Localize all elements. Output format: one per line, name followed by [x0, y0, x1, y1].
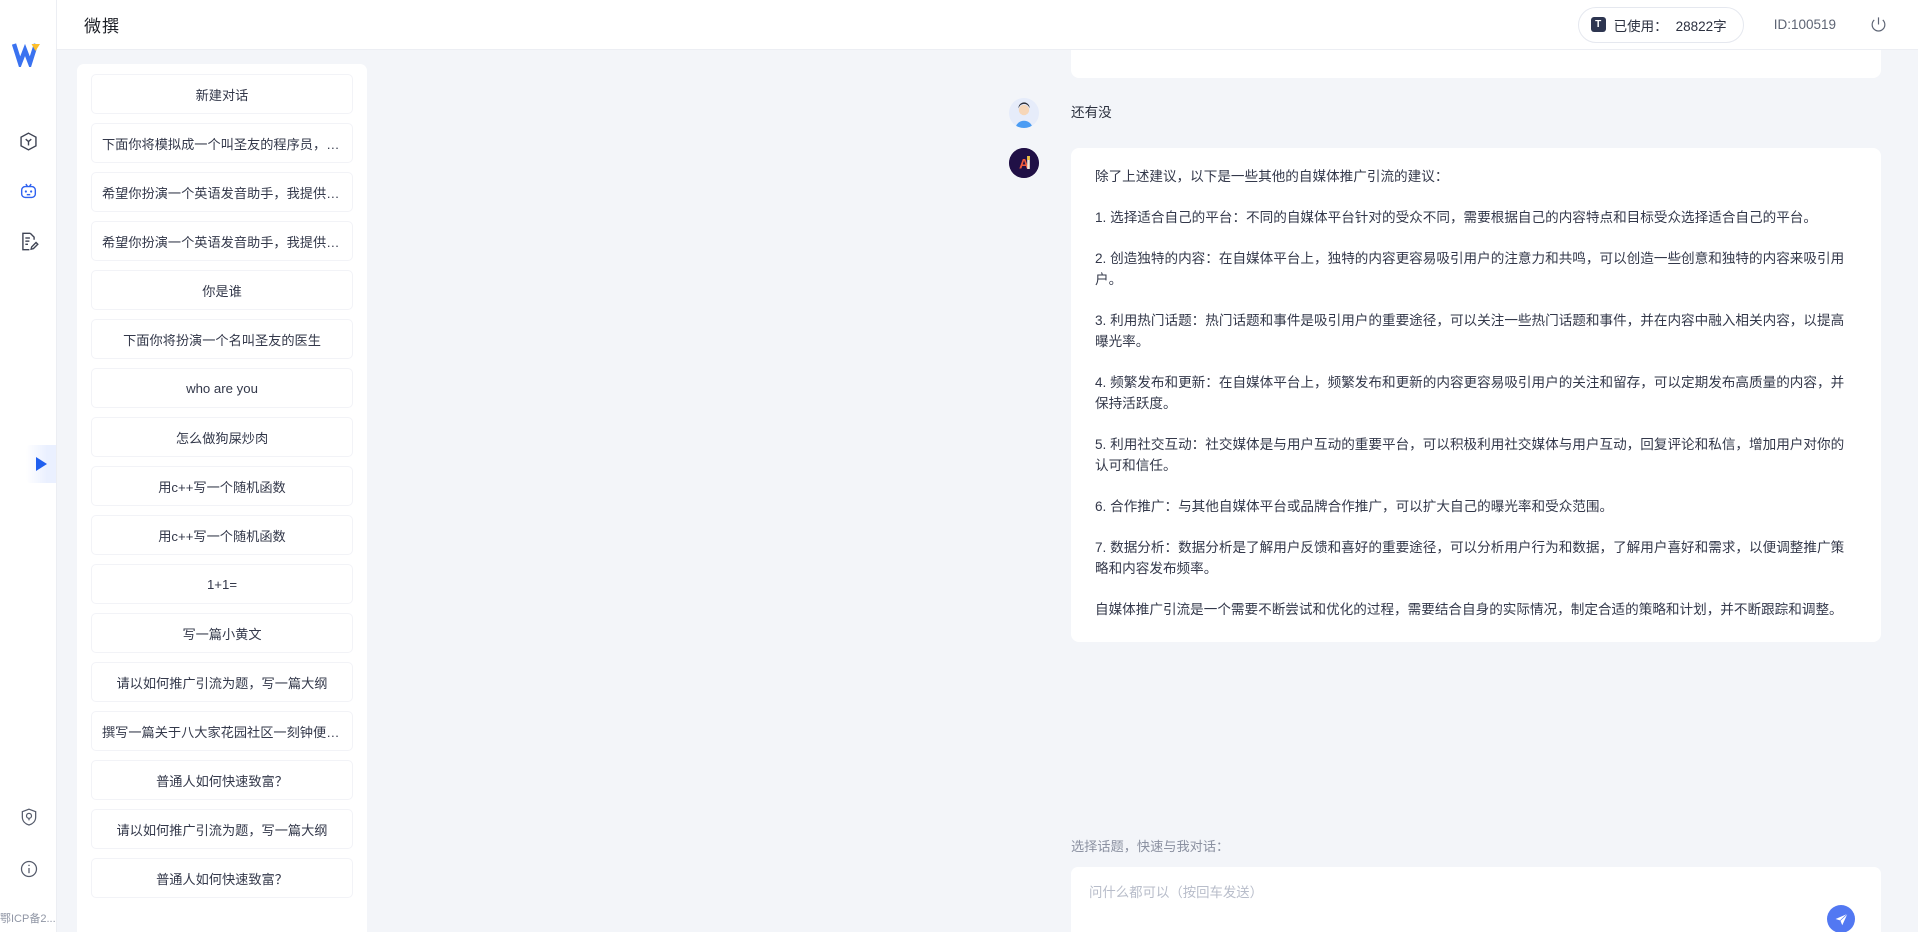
avatar: [1009, 98, 1039, 128]
previous-message-partial: 自媒体推广引流需要耐心，建议持之以恒的同时进行尝试和调整，内容也需要不断创新和优…: [1071, 50, 1881, 78]
ai-message-row: A 除了上述建议，以下是一些其他的自媒体推广引流的建议： 1. 选择适合自己的平…: [1009, 148, 1881, 642]
ai-paragraph: 3. 利用热门话题：热门话题和事件是吸引用户的重要途径，可以关注一些热门话题和事…: [1095, 313, 1845, 349]
ai-paragraph: 除了上述建议，以下是一些其他的自媒体推广引流的建议：: [1095, 169, 1449, 184]
list-item-label: 下面你将扮演一个名叫圣友的医生: [123, 332, 321, 348]
avatar: A: [1009, 148, 1039, 178]
message-input[interactable]: [1089, 881, 1811, 932]
security-button[interactable]: [14, 802, 44, 832]
list-item[interactable]: 请以如何推广引流为题，写一篇大纲: [91, 809, 353, 849]
rail-icon-group: [13, 126, 43, 256]
send-button[interactable]: [1827, 905, 1855, 932]
user-id-label: ID:100519: [1773, 17, 1836, 32]
usage-badge[interactable]: T 已使用： 28822字: [1577, 6, 1744, 43]
list-item-label: 用c++写一个随机函数: [158, 479, 286, 495]
list-item-label: 希望你扮演一个英语发音助手，我提供给你...: [102, 234, 342, 250]
expand-sidebar-button[interactable]: [26, 445, 56, 483]
list-item-label: 你是谁: [202, 283, 242, 299]
list-item-label: 撰写一篇关于八大家花园社区一刻钟便民生...: [102, 724, 342, 740]
sidebar-item-cube[interactable]: [13, 126, 43, 156]
new-chat-label: 新建对话: [195, 87, 249, 103]
ai-paragraph: 7. 数据分析：数据分析是了解用户反馈和喜好的重要途径，可以分析用户行为和数据，…: [1095, 540, 1845, 576]
list-item-label: 下面你将模拟成一个叫圣友的程序员，我说...: [102, 136, 342, 152]
ai-paragraph: 4. 频繁发布和更新：在自媒体平台上，频繁发布和更新的内容更容易吸引用户的关注和…: [1095, 375, 1845, 411]
ai-paragraph: 自媒体推广引流是一个需要不断尝试和优化的过程，需要结合自身的实际情况，制定合适的…: [1095, 602, 1843, 617]
robot-icon: [20, 183, 36, 198]
chat-messages: 自媒体推广引流需要耐心，建议持之以恒的同时进行尝试和调整，内容也需要不断创新和优…: [1009, 50, 1881, 642]
sidebar-item-robot[interactable]: [13, 176, 43, 206]
list-item[interactable]: 撰写一篇关于八大家花园社区一刻钟便民生...: [91, 711, 353, 751]
list-item[interactable]: 用c++写一个随机函数: [91, 515, 353, 555]
text-count-icon: T: [1590, 17, 1606, 32]
list-item-label: 写一篇小黄文: [182, 626, 262, 642]
ai-paragraph: 1. 选择适合自己的平台：不同的自媒体平台针对的受众不同，需要根据自己的内容特点…: [1095, 210, 1817, 225]
chat-scroll-area[interactable]: 自媒体推广引流需要耐心，建议持之以恒的同时进行尝试和调整，内容也需要不断创新和优…: [381, 50, 1918, 764]
new-chat-button[interactable]: 新建对话: [91, 74, 353, 114]
app-logo: [11, 40, 45, 68]
composer: 选择话题，快速与我对话：: [1071, 836, 1881, 932]
ai-paragraph: 6. 合作推广：与其他自媒体平台或品牌合作推广，可以扩大自己的曝光率和受众范围。: [1095, 499, 1614, 514]
conversation-sidebar: 新建对话 下面你将模拟成一个叫圣友的程序员，我说... 希望你扮演一个英语发音助…: [57, 50, 381, 932]
page-body: 新建对话 下面你将模拟成一个叫圣友的程序员，我说... 希望你扮演一个英语发音助…: [57, 50, 1918, 932]
list-item[interactable]: 1+1=: [91, 564, 353, 604]
info-button[interactable]: [14, 854, 44, 884]
icp-record-text: 鄂ICP备2...: [0, 913, 56, 925]
logout-button[interactable]: [1866, 13, 1890, 37]
icon-rail: 鄂ICP备2...: [0, 0, 57, 932]
list-item[interactable]: 普通人如何快速致富？: [91, 760, 353, 800]
list-item[interactable]: who are you: [91, 368, 353, 408]
list-item-label: 怎么做狗屎炒肉: [175, 430, 269, 446]
list-item[interactable]: 下面你将模拟成一个叫圣友的程序员，我说...: [91, 123, 353, 163]
power-icon: [1871, 17, 1885, 32]
play-expand-icon: [35, 457, 47, 471]
list-item-label: 普通人如何快速致富？: [156, 871, 288, 887]
page-title: 微撰: [84, 17, 120, 36]
usage-label: 已使用：: [1613, 18, 1668, 34]
list-item[interactable]: 希望你扮演一个英语发音助手，我提供给你...: [91, 221, 353, 261]
ai-paragraph: 5. 利用社交互动：社交媒体是与用户互动的重要平台，可以积极利用社交媒体与用户互…: [1095, 437, 1845, 473]
list-item-label: who are you: [186, 380, 258, 396]
send-plane-icon: [1835, 913, 1848, 925]
list-item-label: 用c++写一个随机函数: [158, 528, 286, 544]
top-header: 微撰 T 已使用： 28822字 ID:100519: [57, 0, 1918, 50]
ai-avatar-icon: A: [1009, 148, 1039, 178]
list-item[interactable]: 你是谁: [91, 270, 353, 310]
list-item-label: 普通人如何快速致富？: [156, 773, 288, 789]
shield-icon: [21, 808, 36, 826]
cube-icon: [19, 131, 37, 151]
ai-paragraph: 2. 创造独特的内容：在自媒体平台上，独特的内容更容易吸引用户的注意力和共鸣，可…: [1095, 251, 1845, 287]
list-item[interactable]: 普通人如何快速致富？: [91, 858, 353, 898]
user-message-row: 还有没: [1009, 98, 1881, 128]
usage-value: 28822字: [1675, 18, 1727, 34]
list-item[interactable]: 怎么做狗屎炒肉: [91, 417, 353, 457]
list-item-label: 1+1=: [206, 576, 238, 592]
list-item[interactable]: 写一篇小黄文: [91, 613, 353, 653]
user-message-text: 还有没: [1071, 105, 1112, 120]
previous-message-text: 自媒体推广引流需要耐心，建议持之以恒的同时进行尝试和调整，内容也需要不断创新和优…: [1093, 50, 1859, 56]
composer-hint-label: 选择话题，快速与我对话：: [1071, 839, 1230, 854]
app-root: 鄂ICP备2... 微撰 T 已使用： 28822字 ID:100519 新建对…: [0, 0, 1918, 932]
list-item[interactable]: 下面你将扮演一个名叫圣友的医生: [91, 319, 353, 359]
list-item-label: 请以如何推广引流为题，写一篇大纲: [116, 675, 328, 691]
list-item[interactable]: 用c++写一个随机函数: [91, 466, 353, 506]
sidebar-item-document-edit[interactable]: [13, 226, 43, 256]
chat-column: 自媒体推广引流需要耐心，建议持之以恒的同时进行尝试和调整，内容也需要不断创新和优…: [381, 50, 1918, 932]
document-edit-icon: [21, 232, 39, 250]
info-icon: [20, 860, 37, 878]
list-item-label: 希望你扮演一个英语发音助手，我提供给你...: [102, 185, 342, 201]
list-item[interactable]: 请以如何推广引流为题，写一篇大纲: [91, 662, 353, 702]
logo-w-icon: [12, 43, 40, 67]
list-item[interactable]: 希望你扮演一个英语发音助手，我提供给你...: [91, 172, 353, 212]
header-right-group: T 已使用： 28822字 ID:100519: [1577, 6, 1918, 43]
composer-box[interactable]: [1071, 867, 1881, 932]
rail-bottom-group: [0, 802, 57, 884]
list-item-label: 请以如何推广引流为题，写一篇大纲: [116, 822, 328, 838]
conversation-list: 新建对话 下面你将模拟成一个叫圣友的程序员，我说... 希望你扮演一个英语发音助…: [77, 64, 367, 932]
ai-message-bubble: 除了上述建议，以下是一些其他的自媒体推广引流的建议： 1. 选择适合自己的平台：…: [1071, 148, 1881, 642]
user-avatar-icon: [1009, 98, 1039, 128]
